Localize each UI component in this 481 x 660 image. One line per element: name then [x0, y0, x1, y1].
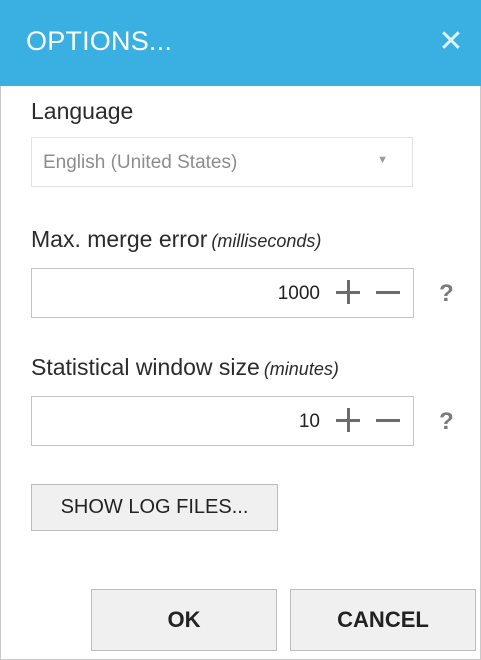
- plus-icon[interactable]: [331, 275, 365, 311]
- merge-error-unit-hint: (milliseconds): [211, 231, 322, 251]
- options-dialog: OPTIONS... ✕ Language English (United St…: [0, 0, 481, 660]
- language-select[interactable]: English (United States) ▼: [31, 137, 413, 187]
- show-log-files-button[interactable]: SHOW LOG FILES...: [31, 484, 278, 531]
- minus-icon[interactable]: [371, 403, 405, 439]
- merge-error-stepper[interactable]: 1000: [31, 268, 414, 318]
- merge-error-help-icon[interactable]: ?: [439, 280, 454, 308]
- chevron-down-icon: ▼: [377, 154, 388, 166]
- merge-error-value[interactable]: 1000: [278, 283, 320, 305]
- dialog-titlebar: OPTIONS... ✕: [0, 0, 481, 86]
- language-select-value: English (United States): [43, 152, 238, 173]
- language-label-text: Language: [31, 98, 134, 124]
- ok-button[interactable]: OK: [91, 589, 277, 651]
- merge-error-label: Max. merge error (milliseconds): [31, 226, 321, 253]
- window-size-value[interactable]: 10: [299, 411, 320, 433]
- window-size-label: Statistical window size (minutes): [31, 354, 339, 381]
- window-size-help-icon[interactable]: ?: [439, 408, 454, 436]
- plus-icon[interactable]: [331, 403, 365, 439]
- merge-error-label-text: Max. merge error: [31, 226, 208, 252]
- minus-icon[interactable]: [371, 275, 405, 311]
- window-size-unit-hint: (minutes): [263, 359, 339, 379]
- cancel-button[interactable]: CANCEL: [290, 589, 476, 651]
- dialog-title: OPTIONS...: [26, 26, 173, 56]
- language-label: Language: [31, 98, 133, 125]
- window-size-stepper[interactable]: 10: [31, 396, 414, 446]
- close-icon[interactable]: ✕: [435, 24, 467, 60]
- window-size-label-text: Statistical window size: [31, 354, 260, 380]
